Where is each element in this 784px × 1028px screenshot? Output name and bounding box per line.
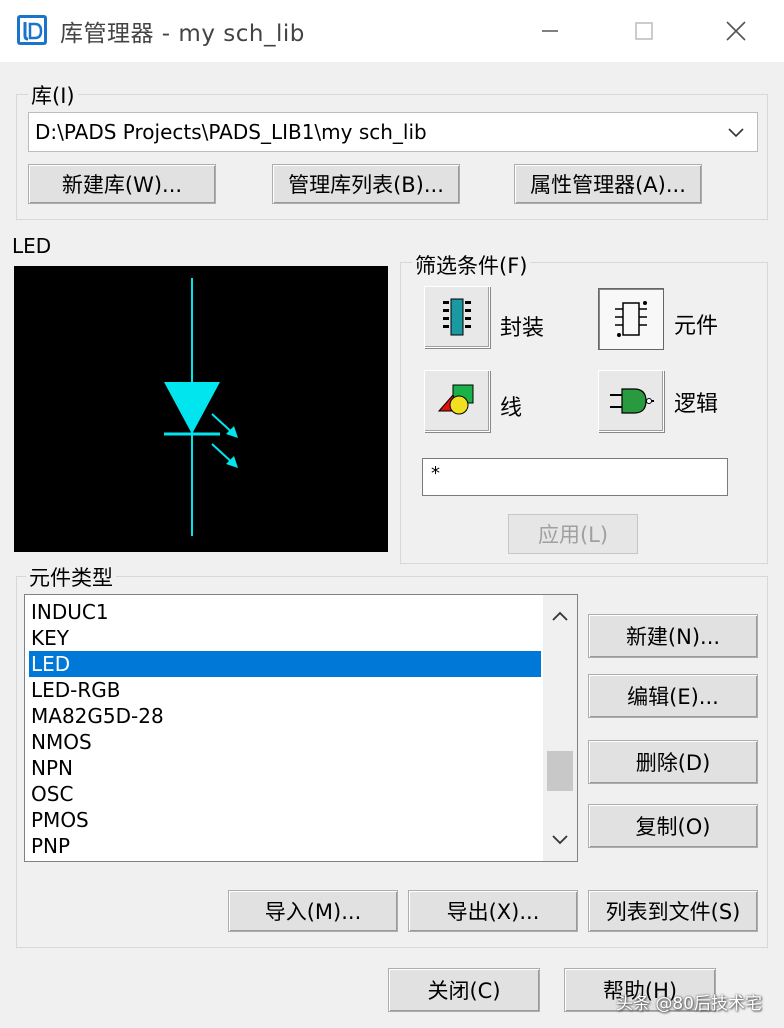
list-item[interactable]: KEY	[29, 625, 541, 651]
filter-decal-label: 封装	[500, 316, 545, 341]
manage-library-list-button[interactable]: 管理库列表(B)...	[272, 164, 460, 204]
close-window-button[interactable]	[712, 10, 760, 52]
logic-icon	[610, 388, 654, 414]
copy-part-button[interactable]: 复制(O)	[588, 804, 758, 848]
filter-lines-label: 线	[500, 396, 523, 421]
list-item[interactable]: NPN	[29, 755, 541, 781]
list-item[interactable]: OSC	[29, 781, 541, 807]
library-group-label: 库(I)	[28, 80, 78, 110]
list-item-selected[interactable]: LED	[29, 651, 541, 677]
lines-icon	[437, 384, 474, 415]
new-library-button[interactable]: 新建库(W)...	[28, 164, 216, 204]
close-icon	[726, 21, 746, 41]
symbol-preview	[14, 266, 388, 552]
filter-text-input[interactable]: *	[422, 458, 728, 496]
import-button[interactable]: 导入(M)...	[228, 890, 398, 932]
library-path-combobox[interactable]: D:\PADS Projects\PADS_LIB1\my sch_lib	[28, 112, 758, 152]
list-item[interactable]: LED-RGB	[29, 677, 541, 703]
part-types-group-label: 元件类型	[26, 562, 116, 592]
list-item[interactable]: NMOS	[29, 729, 541, 755]
scroll-down-icon[interactable]	[551, 833, 569, 847]
list-scrollbar[interactable]	[543, 595, 577, 861]
chevron-down-icon[interactable]	[727, 123, 745, 141]
led-symbol	[164, 278, 238, 536]
part-icon	[615, 301, 647, 337]
maximize-icon	[635, 22, 653, 40]
list-item[interactable]: PMOS	[29, 807, 541, 833]
minimize-icon	[542, 30, 558, 32]
list-item[interactable]: PNP	[29, 833, 541, 859]
filter-part-label: 元件	[674, 314, 719, 339]
attribute-manager-button[interactable]: 属性管理器(A)...	[514, 164, 702, 204]
filter-group-label: 筛选条件(F)	[412, 250, 531, 280]
list-item[interactable]: INDUC1	[29, 599, 541, 625]
close-button[interactable]: 关闭(C)	[388, 968, 540, 1012]
minimize-button[interactable]	[526, 10, 574, 52]
watermark: 头条 @80后技术宅	[615, 994, 762, 1014]
export-button[interactable]: 导出(X)...	[408, 890, 578, 932]
maximize-button[interactable]	[620, 10, 668, 52]
edit-part-button[interactable]: 编辑(E)...	[588, 674, 758, 718]
led-diode-triangle	[164, 382, 220, 434]
filter-part-button[interactable]	[598, 288, 664, 350]
library-path-value: D:\PADS Projects\PADS_LIB1\my sch_lib	[35, 120, 427, 144]
filter-decal-button[interactable]	[424, 286, 490, 348]
list-to-file-button[interactable]: 列表到文件(S)	[588, 890, 758, 932]
filter-logic-label: 逻辑	[674, 392, 719, 417]
decal-icon	[443, 298, 471, 336]
title-bar[interactable]: 库管理器 - my sch_lib	[0, 0, 784, 62]
list-item[interactable]: MA82G5D-28	[29, 703, 541, 729]
app-icon	[17, 15, 47, 45]
new-part-button[interactable]: 新建(N)...	[588, 614, 758, 658]
part-type-list[interactable]: INDUC1 KEY LED LED-RGB MA82G5D-28 NMOS N…	[24, 594, 578, 862]
preview-label: LED	[12, 234, 52, 258]
scroll-up-icon[interactable]	[551, 609, 569, 623]
window-title: 库管理器 - my sch_lib	[60, 21, 305, 47]
scroll-thumb[interactable]	[547, 751, 573, 791]
filter-logic-button[interactable]	[598, 370, 664, 432]
delete-part-button[interactable]: 删除(D)	[588, 740, 758, 784]
apply-button[interactable]: 应用(L)	[508, 514, 638, 554]
filter-lines-button[interactable]	[424, 370, 490, 432]
